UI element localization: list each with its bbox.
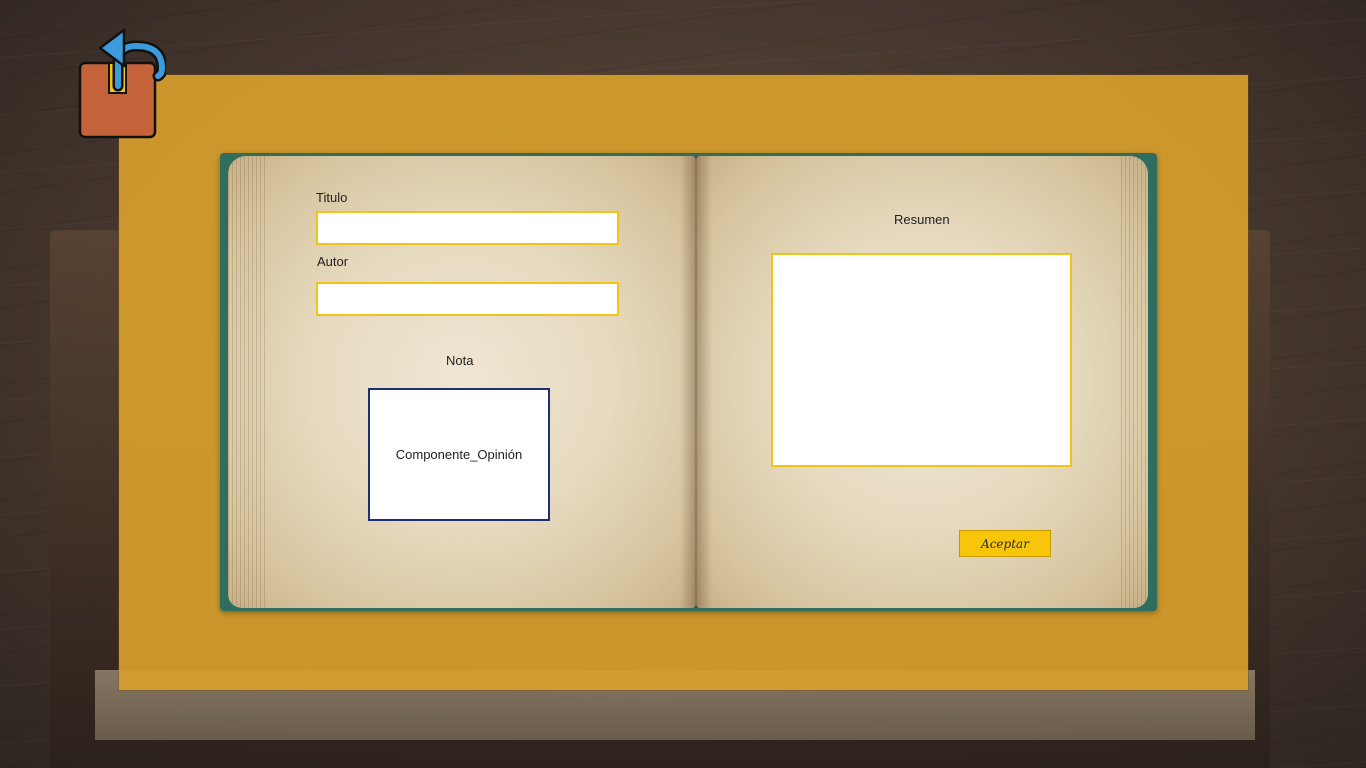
book-gutter: [680, 156, 712, 608]
rating-label: Nota: [446, 353, 474, 368]
summary-textarea[interactable]: [771, 253, 1072, 467]
back-button[interactable]: [78, 26, 168, 140]
opinion-component-label: Componente_Opinión: [395, 447, 523, 462]
summary-label: Resumen: [894, 212, 950, 227]
author-input[interactable]: [316, 282, 619, 316]
author-label: Autor: [317, 254, 349, 269]
title-label: Titulo: [316, 190, 348, 205]
back-arrow-icon: [78, 28, 168, 139]
accept-button[interactable]: Aceptar: [959, 530, 1051, 557]
opinion-component[interactable]: Componente_Opinión: [368, 388, 550, 521]
title-input[interactable]: [316, 211, 619, 245]
